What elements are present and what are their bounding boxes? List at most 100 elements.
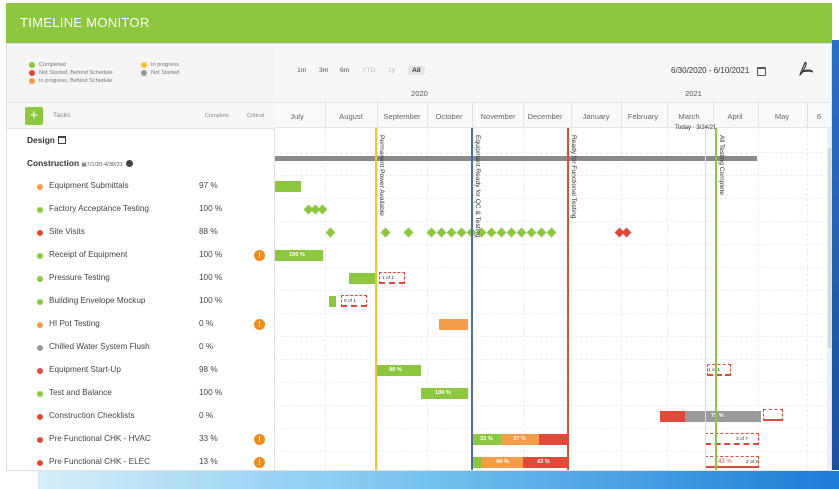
- task-name: Test and Balance: [49, 388, 112, 397]
- milestone-line[interactable]: [567, 128, 569, 470]
- legend-item-not-started-behind: Not Started, Behind Schedule: [29, 70, 113, 76]
- checklist-marker[interactable]: [763, 409, 783, 421]
- grid-row-line: [275, 451, 831, 452]
- zoom-1m-button[interactable]: 1m: [297, 67, 306, 74]
- task-bar[interactable]: 98 %: [375, 365, 421, 376]
- month-label: July: [290, 112, 304, 121]
- status-dot-icon: [37, 206, 43, 213]
- task-bar[interactable]: [275, 181, 301, 192]
- critical-warning-icon[interactable]: !: [254, 319, 265, 330]
- settings-icon[interactable]: [125, 160, 133, 167]
- milestone-line[interactable]: [471, 128, 473, 470]
- milestone-diamond[interactable]: [456, 227, 467, 238]
- task-name: Factory Acceptance Testing: [49, 204, 149, 213]
- task-row[interactable]: Factory Acceptance Testing 100 %: [7, 198, 275, 221]
- grid-row-line: [275, 198, 831, 199]
- task-row[interactable]: Equipment Submittals 97 %: [7, 175, 275, 198]
- task-row[interactable]: Equipment Start-Up 98 %: [7, 359, 275, 382]
- milestone-diamond[interactable]: [506, 227, 517, 238]
- task-row[interactable]: Building Envelope Mockup 100 %: [7, 290, 275, 313]
- zoom-3m-button[interactable]: 3m: [319, 67, 328, 74]
- checklist-marker[interactable]: 3 of 7: [705, 433, 759, 445]
- critical-warning-icon[interactable]: !: [254, 434, 265, 445]
- task-bar[interactable]: [660, 411, 685, 422]
- status-dot-icon: [37, 344, 43, 351]
- milestone-diamond[interactable]: [380, 227, 391, 238]
- month-separator: [472, 103, 473, 128]
- month-label: April: [727, 112, 743, 121]
- task-row[interactable]: Chilled Water System Flush 0 %: [7, 336, 275, 359]
- grid-row-line: [275, 382, 831, 383]
- status-dot-icon: [37, 321, 43, 328]
- task-row[interactable]: Construction Checklists 0 %: [7, 405, 275, 428]
- status-dot-icon: [37, 252, 43, 259]
- zoom-all-button[interactable]: All: [408, 66, 425, 75]
- checklist-marker[interactable]: 43 % 2 of 2: [705, 456, 759, 468]
- checklist-marker[interactable]: 0 of 1: [341, 295, 367, 307]
- checklist-marker[interactable]: 1 of 1: [379, 272, 405, 284]
- bar-label: 43 %: [537, 459, 550, 465]
- milestone-diamond[interactable]: [403, 227, 414, 238]
- task-row[interactable]: Pressure Testing 100 %: [7, 267, 275, 290]
- group-row-construction[interactable]: Construction ▦7/1/20-4/30/21: [7, 152, 275, 175]
- task-bar[interactable]: 37 %: [501, 434, 539, 445]
- calendar-icon[interactable]: [757, 67, 766, 76]
- task-row[interactable]: Pre Functional CHK - ELEC 13 %!: [7, 451, 275, 470]
- pdf-export-icon[interactable]: [797, 60, 815, 78]
- zoom-6m-button[interactable]: 6m: [340, 67, 349, 74]
- milestone-diamond[interactable]: [426, 227, 437, 238]
- task-bar[interactable]: [329, 296, 336, 307]
- task-bar[interactable]: [439, 319, 468, 330]
- task-bar[interactable]: 100 %: [275, 250, 323, 261]
- construction-summary-bar[interactable]: [275, 156, 757, 161]
- task-bar[interactable]: 33 %: [472, 434, 501, 445]
- bar-label: 37 %: [513, 436, 526, 442]
- month-label: January: [582, 112, 610, 121]
- task-bar[interactable]: [349, 273, 375, 284]
- month-label: December: [527, 112, 563, 121]
- task-row[interactable]: Test and Balance 100 %: [7, 382, 275, 405]
- milestone-diamond[interactable]: [546, 227, 557, 238]
- task-complete: 100 %: [199, 388, 223, 397]
- critical-warning-icon[interactable]: !: [254, 250, 265, 261]
- milestone-line[interactable]: [715, 128, 717, 470]
- task-bar[interactable]: 75 %: [685, 411, 761, 422]
- milestone-diamond[interactable]: [516, 227, 527, 238]
- milestone-diamond[interactable]: [536, 227, 547, 238]
- timeline-month-row: July August September October November Decemb…: [275, 103, 831, 128]
- zoom-1y-button[interactable]: 1y: [388, 67, 395, 74]
- grid-row-line: [275, 336, 831, 337]
- milestone-diamond[interactable]: [436, 227, 447, 238]
- milestone-line[interactable]: [375, 128, 377, 470]
- add-task-button[interactable]: +: [25, 107, 43, 125]
- zoom-ytd-button[interactable]: YTD: [362, 67, 376, 74]
- grid-row-line: [275, 359, 831, 360]
- status-dot-icon: [37, 298, 43, 305]
- month-label: February: [627, 112, 659, 121]
- task-bar[interactable]: [472, 457, 482, 468]
- milestone-diamond[interactable]: [486, 227, 497, 238]
- group-row-design[interactable]: Design: [7, 129, 275, 152]
- bar-label: 100 %: [289, 252, 305, 258]
- task-bar[interactable]: 100 %: [421, 388, 468, 399]
- task-bar[interactable]: 43 %: [523, 457, 567, 468]
- task-row[interactable]: Receipt of Equipment 100 %!: [7, 244, 275, 267]
- task-bar[interactable]: [539, 434, 567, 445]
- month-label: September: [383, 112, 421, 121]
- milestone-diamond[interactable]: [446, 227, 457, 238]
- task-row[interactable]: HI Pot Testing 0 %!: [7, 313, 275, 336]
- calendar-icon[interactable]: [57, 136, 66, 144]
- task-row[interactable]: Site Visits 88 %: [7, 221, 275, 244]
- scrollbar-thumb[interactable]: [828, 148, 831, 348]
- milestone-diamond[interactable]: [496, 227, 507, 238]
- milestone-diamond[interactable]: [526, 227, 537, 238]
- milestone-diamond[interactable]: [621, 227, 632, 238]
- checklist-marker[interactable]: 1 of 1: [707, 364, 731, 376]
- critical-warning-icon[interactable]: !: [254, 457, 265, 468]
- vertical-scrollbar[interactable]: [827, 128, 831, 470]
- date-range-display: 6/30/2020 - 6/10/2021: [671, 66, 750, 75]
- task-row[interactable]: Pre Functional CHK - HVAC 33 %!: [7, 428, 275, 451]
- milestone-diamond[interactable]: [325, 227, 336, 238]
- month-separator: [621, 103, 622, 128]
- task-bar[interactable]: 44 %: [482, 457, 523, 468]
